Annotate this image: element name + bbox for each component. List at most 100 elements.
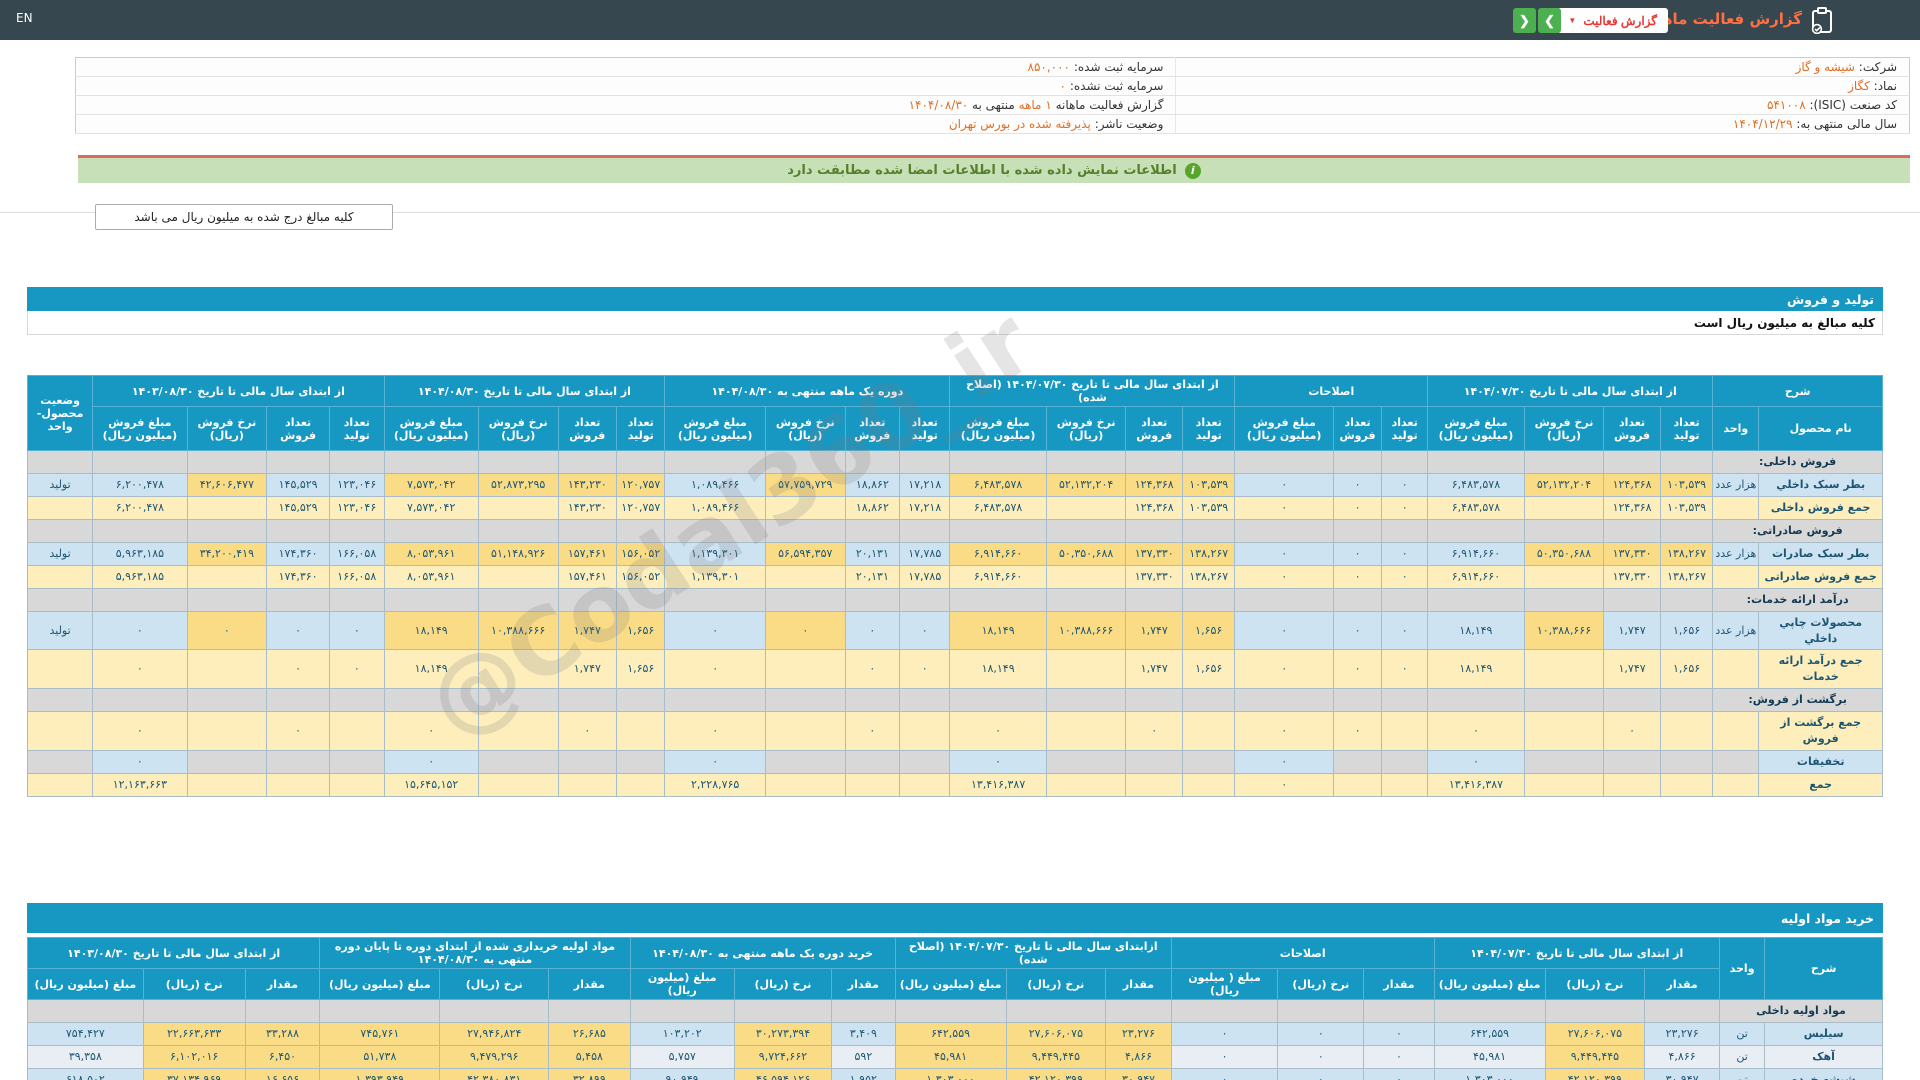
- table-cell: ۹,۷۲۴,۶۶۲: [733, 1044, 833, 1069]
- column-header: مقدار: [548, 968, 631, 1000]
- table-cell: [616, 773, 666, 797]
- table-cell: ۶,۹۱۴,۶۶۰: [1427, 541, 1525, 566]
- table-cell: ۱,۶۵۶: [1659, 649, 1714, 690]
- company-info-row: سال مالی منتهی به: ۱۴۰۴/۱۲/۲۹ وضعیت ناشر…: [75, 114, 1910, 134]
- table-cell: [1332, 688, 1383, 713]
- table-cell: ۳۰,۹۴۷: [1105, 1067, 1172, 1080]
- column-header: از ابتدای سال مالی تا تاریخ ۱۴۰۳/۰۸/۳۰: [92, 375, 385, 407]
- table-cell: ۰: [1234, 541, 1334, 566]
- table-cell: ۱۳۸,۲۶۷: [1182, 541, 1236, 566]
- table-cell: [186, 688, 268, 713]
- column-header: واحد: [1718, 937, 1766, 1000]
- table-cell: ۵,۹۶۳,۱۸۵: [92, 541, 188, 566]
- table-cell: ۱۲۰,۷۵۷: [616, 472, 666, 497]
- table-cell: ۴۲,۱۲۰,۳۹۹: [1005, 1067, 1107, 1080]
- next-report-button[interactable]: ❯: [1538, 8, 1561, 33]
- column-header: نرخ (ریال): [142, 968, 246, 1000]
- table-cell: ۶,۴۸۳,۵۷۸: [1427, 472, 1525, 497]
- table-cell: ۰: [1363, 1067, 1435, 1080]
- table-cell: ۲۰,۱۳۱: [844, 564, 901, 589]
- table-cell: [1125, 750, 1184, 775]
- table-cell: ۸,۰۵۳,۹۶۱: [383, 564, 479, 589]
- table-cell: ۷,۵۷۳,۰۴۲: [383, 495, 479, 520]
- company-info-body: شرکت: شیشه و گاز سرمایه ثبت شده: ۸۵۰,۰۰۰…: [75, 57, 1910, 134]
- table-cell: [1427, 518, 1525, 543]
- table-cell: [383, 450, 479, 474]
- table-cell: [844, 688, 901, 713]
- table-cell: ۰: [1234, 711, 1334, 752]
- info-label: منتهی به: [968, 98, 1015, 112]
- table-cell: [26, 649, 94, 690]
- table-cell: [557, 587, 618, 612]
- table-cell: ۱,۷۴۷: [1603, 649, 1661, 690]
- table-cell: ۳۷,۱۳۴,۹۶۹: [142, 1067, 246, 1080]
- table-cell: ۵۱,۷۳۸: [319, 1044, 441, 1069]
- table-cell: ۰: [949, 711, 1047, 752]
- column-header: نام محصول: [1758, 406, 1883, 451]
- table-cell: [616, 587, 666, 612]
- table-cell: ۱۴۵,۵۲۹: [266, 495, 331, 520]
- info-label: سرمایه ثبت شده:: [1070, 60, 1164, 74]
- table-cell: [26, 711, 94, 752]
- table-cell: [1182, 773, 1236, 797]
- table-cell: [1381, 750, 1429, 775]
- language-switch-link[interactable]: EN: [16, 11, 33, 25]
- table-cell: [1045, 450, 1127, 474]
- table-cell: [1381, 711, 1429, 752]
- column-header: نرخ فروش (ریال): [477, 406, 559, 451]
- table-cell: ۱۸,۱۴۹: [1427, 649, 1525, 690]
- table-cell: ۱۴۳,۲۳۰: [557, 472, 618, 497]
- table-cell: ۱۳,۴۱۶,۳۸۷: [949, 773, 1047, 797]
- table-cell: ۲۰,۱۳۱: [844, 541, 901, 566]
- table-cell: [1045, 495, 1127, 520]
- table-cell: [899, 450, 951, 474]
- table-cell: [92, 518, 188, 543]
- column-header: مبلغ فروش (میلیون ریال): [949, 406, 1047, 451]
- table-cell: [142, 999, 246, 1023]
- table-cell: ۱۷,۲۱۸: [899, 472, 951, 497]
- table-cell: ۱۲۳,۰۴۶: [329, 472, 385, 497]
- table-cell: [92, 688, 188, 713]
- table-cell: [899, 711, 951, 752]
- table-cell: ۱۰۳,۲۰۲: [629, 1021, 735, 1046]
- table-cell: ۱,۷۴۷: [1603, 610, 1661, 651]
- column-header: از ابتدای سال مالی تا تاریخ ۱۴۰۴/۰۷/۳۰: [1433, 937, 1720, 969]
- table-cell: ۱۰,۳۸۸,۶۶۶: [1523, 610, 1605, 651]
- table-cell: [27, 999, 144, 1023]
- table-row: برگشت از فروش:: [26, 688, 1883, 713]
- column-header: تعداد تولید: [899, 406, 951, 451]
- table-cell: ۷۵۴,۴۲۷: [27, 1021, 144, 1046]
- previous-report-button[interactable]: ❮: [1513, 8, 1536, 33]
- table-cell: ۵,۷۵۷: [629, 1044, 735, 1069]
- table-cell: [26, 564, 94, 589]
- table-row: جمع برگشت از فروش ۰ ۰ ۰ ۰ ۰ ۰ ۰ ۰ ۰ ۰ ۰ ۰: [26, 711, 1883, 752]
- table-cell: ۰: [1381, 649, 1429, 690]
- table-cell: ۱۳,۴۱۶,۳۸۷: [1427, 773, 1525, 797]
- column-header: تعداد فروش: [1603, 406, 1661, 451]
- report-type-button[interactable]: گزارش فعالیت ▼: [1557, 8, 1668, 33]
- table-cell: [1523, 495, 1605, 520]
- table-cell: [616, 688, 666, 713]
- table-cell: [1182, 711, 1236, 752]
- table-cell: ۰: [1234, 472, 1334, 497]
- table-cell: [1182, 688, 1236, 713]
- column-header: تعداد تولید: [1381, 406, 1429, 451]
- company-info-table: شرکت: شیشه و گاز سرمایه ثبت شده: ۸۵۰,۰۰۰…: [75, 57, 1910, 134]
- table-cell: [1045, 649, 1127, 690]
- table-cell: ۰: [1427, 750, 1525, 775]
- table-cell: ۸,۰۵۳,۹۶۱: [383, 541, 479, 566]
- table-cell: [629, 999, 735, 1023]
- table-cell: ۰: [664, 750, 766, 775]
- table-cell: [186, 450, 268, 474]
- table-cell: [26, 587, 94, 612]
- table-cell: [186, 587, 268, 612]
- amounts-note-button[interactable]: کلیه مبالغ درج شده به میلیون ریال می باش…: [95, 204, 393, 230]
- page: EN گزارش فعالیت ماهانه گزارش فعالیت ▼ ❮ …: [0, 0, 1920, 1080]
- column-header: از ابتدای سال مالی تا تاریخ ۱۴۰۳/۰۸/۳۰: [26, 937, 321, 969]
- table-cell: [844, 518, 901, 543]
- column-header: مبلغ (میلیون ریال): [894, 968, 1007, 1000]
- table-cell: [1644, 999, 1720, 1023]
- table-cell: ۱۲۳,۰۴۶: [329, 495, 385, 520]
- table-cell: [1125, 518, 1184, 543]
- table-cell: ۱۵۶,۰۵۲: [616, 541, 666, 566]
